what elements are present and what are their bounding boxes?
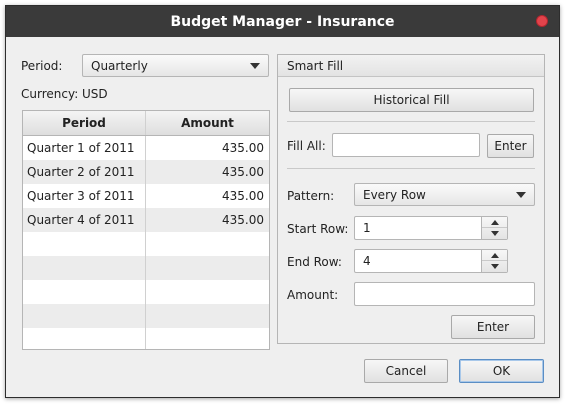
empty-cell — [146, 280, 269, 304]
title-bar: Budget Manager - Insurance — [6, 6, 559, 37]
pattern-combo[interactable]: Every Row — [354, 183, 535, 206]
cell-period: Quarter 2 of 2011 — [23, 160, 146, 184]
start-row-label: Start Row: — [287, 222, 349, 236]
cell-period: Quarter 3 of 2011 — [23, 184, 146, 208]
arrow-up-icon — [490, 219, 499, 225]
cell-amount[interactable]: 435.00 — [146, 136, 269, 160]
cell-amount[interactable]: 435.00 — [146, 208, 269, 232]
empty-cell — [23, 328, 146, 349]
fill-all-enter-button[interactable]: Enter — [487, 134, 534, 158]
close-icon[interactable] — [536, 15, 548, 27]
smart-fill-title: Smart Fill — [278, 55, 544, 77]
table-row[interactable]: Quarter 3 of 2011 435.00 — [23, 184, 269, 208]
start-row-spinner-buttons — [481, 217, 507, 239]
empty-cell — [23, 232, 146, 256]
dialog-window: Budget Manager - Insurance Period: Quart… — [5, 5, 560, 398]
amount-input[interactable] — [354, 282, 535, 306]
empty-cell — [23, 304, 146, 328]
chevron-down-icon — [516, 192, 526, 198]
table-row-empty — [23, 232, 269, 256]
table-row-empty — [23, 256, 269, 280]
empty-cell — [146, 256, 269, 280]
arrow-down-icon — [490, 231, 499, 236]
end-row-spinner[interactable]: 4 — [354, 249, 508, 273]
end-row-spinner-buttons — [481, 250, 507, 272]
cancel-button[interactable]: Cancel — [364, 359, 448, 383]
separator — [287, 121, 535, 122]
arrow-up-icon — [490, 252, 499, 258]
table-row-empty — [23, 280, 269, 304]
end-row-label: End Row: — [287, 255, 342, 269]
table-row-empty — [23, 328, 269, 349]
column-header-period[interactable]: Period — [23, 111, 146, 135]
start-row-spinner[interactable]: 1 — [354, 216, 508, 240]
cell-amount[interactable]: 435.00 — [146, 160, 269, 184]
ok-button[interactable]: OK — [459, 359, 544, 383]
period-combo-value: Quarterly — [91, 58, 148, 73]
empty-cell — [23, 280, 146, 304]
end-row-decrement-button[interactable] — [482, 261, 507, 272]
table-row[interactable]: Quarter 1 of 2011 435.00 — [23, 136, 269, 160]
period-combo[interactable]: Quarterly — [82, 54, 269, 77]
window-title: Budget Manager - Insurance — [170, 13, 395, 30]
historical-fill-button[interactable]: Historical Fill — [289, 88, 534, 112]
separator — [287, 168, 535, 169]
end-row-increment-button[interactable] — [482, 250, 507, 261]
fill-all-label: Fill All: — [287, 139, 326, 153]
cell-period: Quarter 1 of 2011 — [23, 136, 146, 160]
currency-value: USD — [82, 87, 108, 101]
budget-table: Period Amount Quarter 1 of 2011 435.00 Q… — [22, 110, 270, 350]
period-label: Period: — [21, 59, 63, 73]
empty-cell — [146, 232, 269, 256]
end-row-value: 4 — [363, 254, 371, 268]
cell-period: Quarter 4 of 2011 — [23, 208, 146, 232]
enter-button[interactable]: Enter — [451, 315, 535, 339]
start-row-increment-button[interactable] — [482, 217, 507, 228]
fill-all-input[interactable] — [332, 133, 480, 157]
cell-amount[interactable]: 435.00 — [146, 184, 269, 208]
table-header: Period Amount — [23, 111, 269, 136]
empty-cell — [23, 256, 146, 280]
table-row[interactable]: Quarter 4 of 2011 435.00 — [23, 208, 269, 232]
chevron-down-icon — [250, 63, 260, 69]
pattern-combo-value: Every Row — [363, 187, 426, 202]
smart-fill-panel: Smart Fill Historical Fill Fill All: Ent… — [277, 54, 545, 344]
start-row-decrement-button[interactable] — [482, 228, 507, 239]
empty-cell — [146, 304, 269, 328]
table-row[interactable]: Quarter 2 of 2011 435.00 — [23, 160, 269, 184]
arrow-down-icon — [490, 264, 499, 269]
start-row-value: 1 — [363, 221, 371, 235]
amount-label: Amount: — [287, 288, 339, 302]
currency-label: Currency: — [21, 87, 79, 101]
table-row-empty — [23, 304, 269, 328]
empty-cell — [146, 328, 269, 349]
column-header-amount[interactable]: Amount — [146, 111, 269, 135]
pattern-label: Pattern: — [287, 189, 335, 203]
